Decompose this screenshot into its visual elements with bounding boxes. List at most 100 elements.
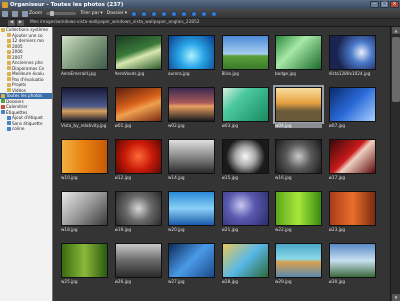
rotate-right-icon[interactable] [141, 10, 148, 17]
delete-icon[interactable] [211, 10, 218, 17]
back-arrow-icon[interactable]: ◀ [8, 19, 15, 26]
thumbnail-image [328, 87, 376, 122]
info-icon[interactable] [181, 10, 188, 17]
photo-thumbnail[interactable]: w23.jpg [328, 191, 376, 235]
collection-icon [7, 115, 11, 120]
vertical-scrollbar[interactable]: ▲ ▼ [390, 27, 400, 301]
photo-thumbnail[interactable]: w07.jpg [328, 87, 376, 131]
scroll-up-arrow-icon[interactable]: ▲ [392, 27, 400, 34]
folder-label: Dossier [106, 11, 124, 16]
photo-thumbnail[interactable]: w12.jpg [114, 139, 162, 183]
sort-by-dropdown[interactable]: Trier par ▾ [80, 11, 102, 16]
current-path: Mes images\windows-vista-wallpaper_windo… [30, 20, 200, 25]
thumbnail-grid: AeroEmerald.jpg AeroVoods.jpg aurora.jpg Bl… [53, 27, 390, 301]
thumbnail-caption: w29.jpg [275, 279, 292, 284]
photo-thumbnail[interactable]: Vista_by_relativity.jpg [61, 87, 108, 131]
collection-icon [7, 38, 11, 43]
fix-icon[interactable] [161, 10, 168, 17]
minimize-button[interactable]: – [370, 1, 379, 8]
thumbnail-caption: AeroVoods.jpg [114, 71, 145, 76]
thumbnail-caption: w16.jpg [275, 175, 292, 180]
zoom-label: Zoom [29, 11, 43, 16]
collection-icon [7, 66, 11, 71]
zoom-slider[interactable] [46, 11, 77, 16]
thumbnail-image [221, 87, 269, 122]
thumbnail-caption: w18.jpg [61, 227, 78, 232]
photo-thumbnail[interactable]: aurora.jpg [168, 35, 215, 79]
photo-thumbnail[interactable]: Bliss.jpg [221, 35, 269, 79]
view-toggle-button[interactable] [2, 10, 8, 17]
photo-thumbnail[interactable]: w04.jpg [273, 85, 324, 131]
thumbnail-image [61, 243, 108, 278]
thumbnail-caption: w01.jpg [114, 123, 132, 128]
thumbnail-caption: w20.jpg [168, 227, 185, 232]
sidebar-item-label: 2006 [12, 49, 23, 55]
photo-thumbnail[interactable]: w26.jpg [114, 243, 162, 287]
thumbnail-image [275, 243, 322, 278]
thumbnail-caption: w03.jpg [221, 123, 239, 128]
zoom-button[interactable]: Zoom [22, 10, 43, 17]
photo-thumbnail[interactable]: w19.jpg [114, 191, 162, 235]
list-view-button[interactable] [12, 10, 18, 17]
photo-thumbnail[interactable]: w27.jpg [168, 243, 215, 287]
photo-thumbnail[interactable]: w14.jpg [168, 139, 215, 183]
thumbnail-image [328, 35, 376, 70]
thumbnail-caption: w23.jpg [328, 227, 346, 232]
maximize-button[interactable]: □ [380, 1, 389, 8]
photo-thumbnail[interactable]: AeroVoods.jpg [114, 35, 162, 79]
list-view-icon [12, 10, 18, 17]
thumbnail-image [61, 87, 108, 122]
photo-thumbnail[interactable]: w15.jpg [221, 139, 269, 183]
photo-thumbnail[interactable]: w03.jpg [221, 87, 269, 131]
folder-dropdown[interactable]: Dossier ▾ [107, 11, 127, 16]
sidebar-item-label: Vidéos [12, 87, 26, 93]
photo-thumbnail[interactable]: w29.jpg [275, 243, 322, 287]
grid-view-icon [2, 10, 8, 17]
photo-thumbnail[interactable]: w16.jpg [275, 139, 322, 183]
sidebar-item[interactable]: coline [0, 126, 52, 132]
rotate-left-icon[interactable] [131, 10, 138, 17]
photo-thumbnail[interactable]: bodge.jpg [275, 35, 322, 79]
photo-thumbnail[interactable]: w22.jpg [275, 191, 322, 235]
scroll-thumb[interactable] [392, 37, 400, 102]
photo-organizer-window: Organiseur - Toutes les photos (237) – □… [0, 0, 400, 301]
thumbnail-image [168, 87, 215, 122]
thumbnail-image [328, 243, 376, 278]
photo-thumbnail[interactable]: w25.jpg [61, 243, 108, 287]
folder-icon [1, 104, 5, 109]
sidebar-item-label: Dossiers [6, 98, 24, 104]
thumbnail-image [221, 191, 269, 226]
thumbnail-caption: w10.jpg [61, 175, 78, 180]
thumbnail-image [275, 35, 322, 70]
email-icon[interactable] [201, 10, 208, 17]
share-icon[interactable] [171, 10, 178, 17]
chevron-down-icon: ▾ [124, 11, 128, 16]
photo-thumbnail[interactable]: w02.jpg [168, 87, 215, 131]
photo-thumbnail[interactable]: AeroEmerald.jpg [61, 35, 108, 79]
toolbar: Zoom Trier par ▾ Dossier ▾ [0, 9, 400, 19]
thumbnail-image [114, 243, 162, 278]
thumbnail-caption: w19.jpg [114, 227, 132, 232]
photo-thumbnail[interactable]: w18.jpg [61, 191, 108, 235]
thumbnail-image [275, 139, 322, 174]
photo-thumbnail[interactable]: Vista1280x1024.jpg [328, 35, 376, 79]
thumbnail-caption: AeroEmerald.jpg [61, 71, 96, 76]
print-icon[interactable] [191, 10, 198, 17]
photo-thumbnail[interactable]: w01.jpg [114, 87, 162, 131]
photo-thumbnail[interactable]: w30.jpg [328, 243, 376, 287]
thumbnail-caption: w27.jpg [168, 279, 185, 284]
thumbnail-caption: w14.jpg [168, 175, 185, 180]
photo-thumbnail[interactable]: w10.jpg [61, 139, 108, 183]
thumbnail-image [168, 191, 215, 226]
scroll-down-arrow-icon[interactable]: ▼ [392, 294, 400, 301]
photo-thumbnail[interactable]: w20.jpg [168, 191, 215, 235]
sidebar-item-label: Toutes les photos [6, 93, 43, 99]
sidebar-item-label: Anciennes pho [12, 60, 43, 66]
slideshow-icon[interactable] [151, 10, 158, 17]
sidebar-item-label: Sans étiquette [12, 120, 43, 126]
photo-thumbnail[interactable]: w28.jpg [221, 243, 269, 287]
close-button[interactable]: × [390, 1, 399, 8]
photo-thumbnail[interactable]: w17.jpg [328, 139, 376, 183]
photo-thumbnail[interactable]: w21.jpg [221, 191, 269, 235]
forward-arrow-icon[interactable]: ▶ [17, 19, 24, 26]
